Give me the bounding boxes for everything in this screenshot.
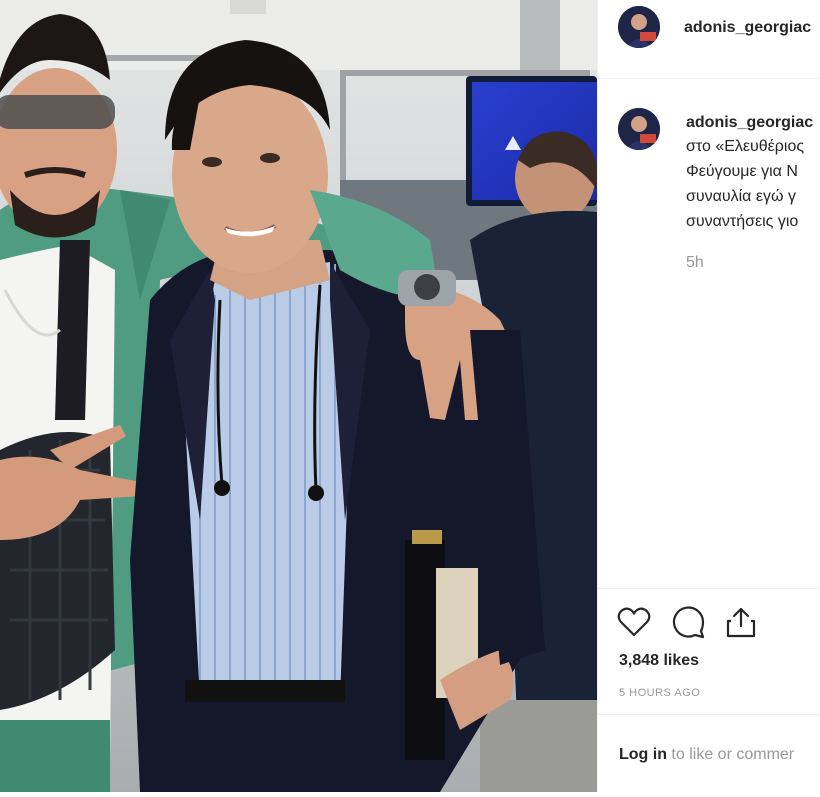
login-prompt-text: to like or commer [666,746,795,763]
share-button[interactable] [723,604,759,640]
caption-line-3: συναυλία εγώ γ [686,188,796,205]
login-link[interactable]: Log in [619,746,667,763]
caption-line-1: στο «Ελευθέριος [686,138,805,155]
header-avatar[interactable] [618,6,660,48]
caption-username[interactable]: adonis_georgiac [686,114,813,132]
header-divider [598,78,820,79]
comment-bubble-icon [672,606,705,639]
post-photo[interactable] [0,0,597,792]
caption-line-2: Φεύγουμε για Ν [686,163,798,180]
caption-line-4: συναντήσεις γιο [686,213,799,230]
post-time-ago: 5 HOURS AGO [619,687,701,699]
bottom-edge [0,792,820,797]
heart-icon [617,607,651,637]
comment-button[interactable] [670,604,706,640]
post-photo-illustration [0,0,597,792]
share-upload-icon [726,607,756,638]
avatar-icon [618,108,660,150]
avatar-icon [618,6,660,48]
login-divider [598,714,820,715]
post-sidebar: adonis_georgiac adonis_georgiac στο «Ελε… [598,0,820,797]
header-username[interactable]: adonis_georgiac [684,19,811,37]
actions-divider [598,588,820,589]
caption-avatar[interactable] [618,108,660,150]
login-prompt: Log in to like or commer [619,746,794,764]
like-button[interactable] [616,604,652,640]
likes-count[interactable]: 3,848 likes [619,652,699,670]
caption-timestamp[interactable]: 5h [686,254,704,272]
